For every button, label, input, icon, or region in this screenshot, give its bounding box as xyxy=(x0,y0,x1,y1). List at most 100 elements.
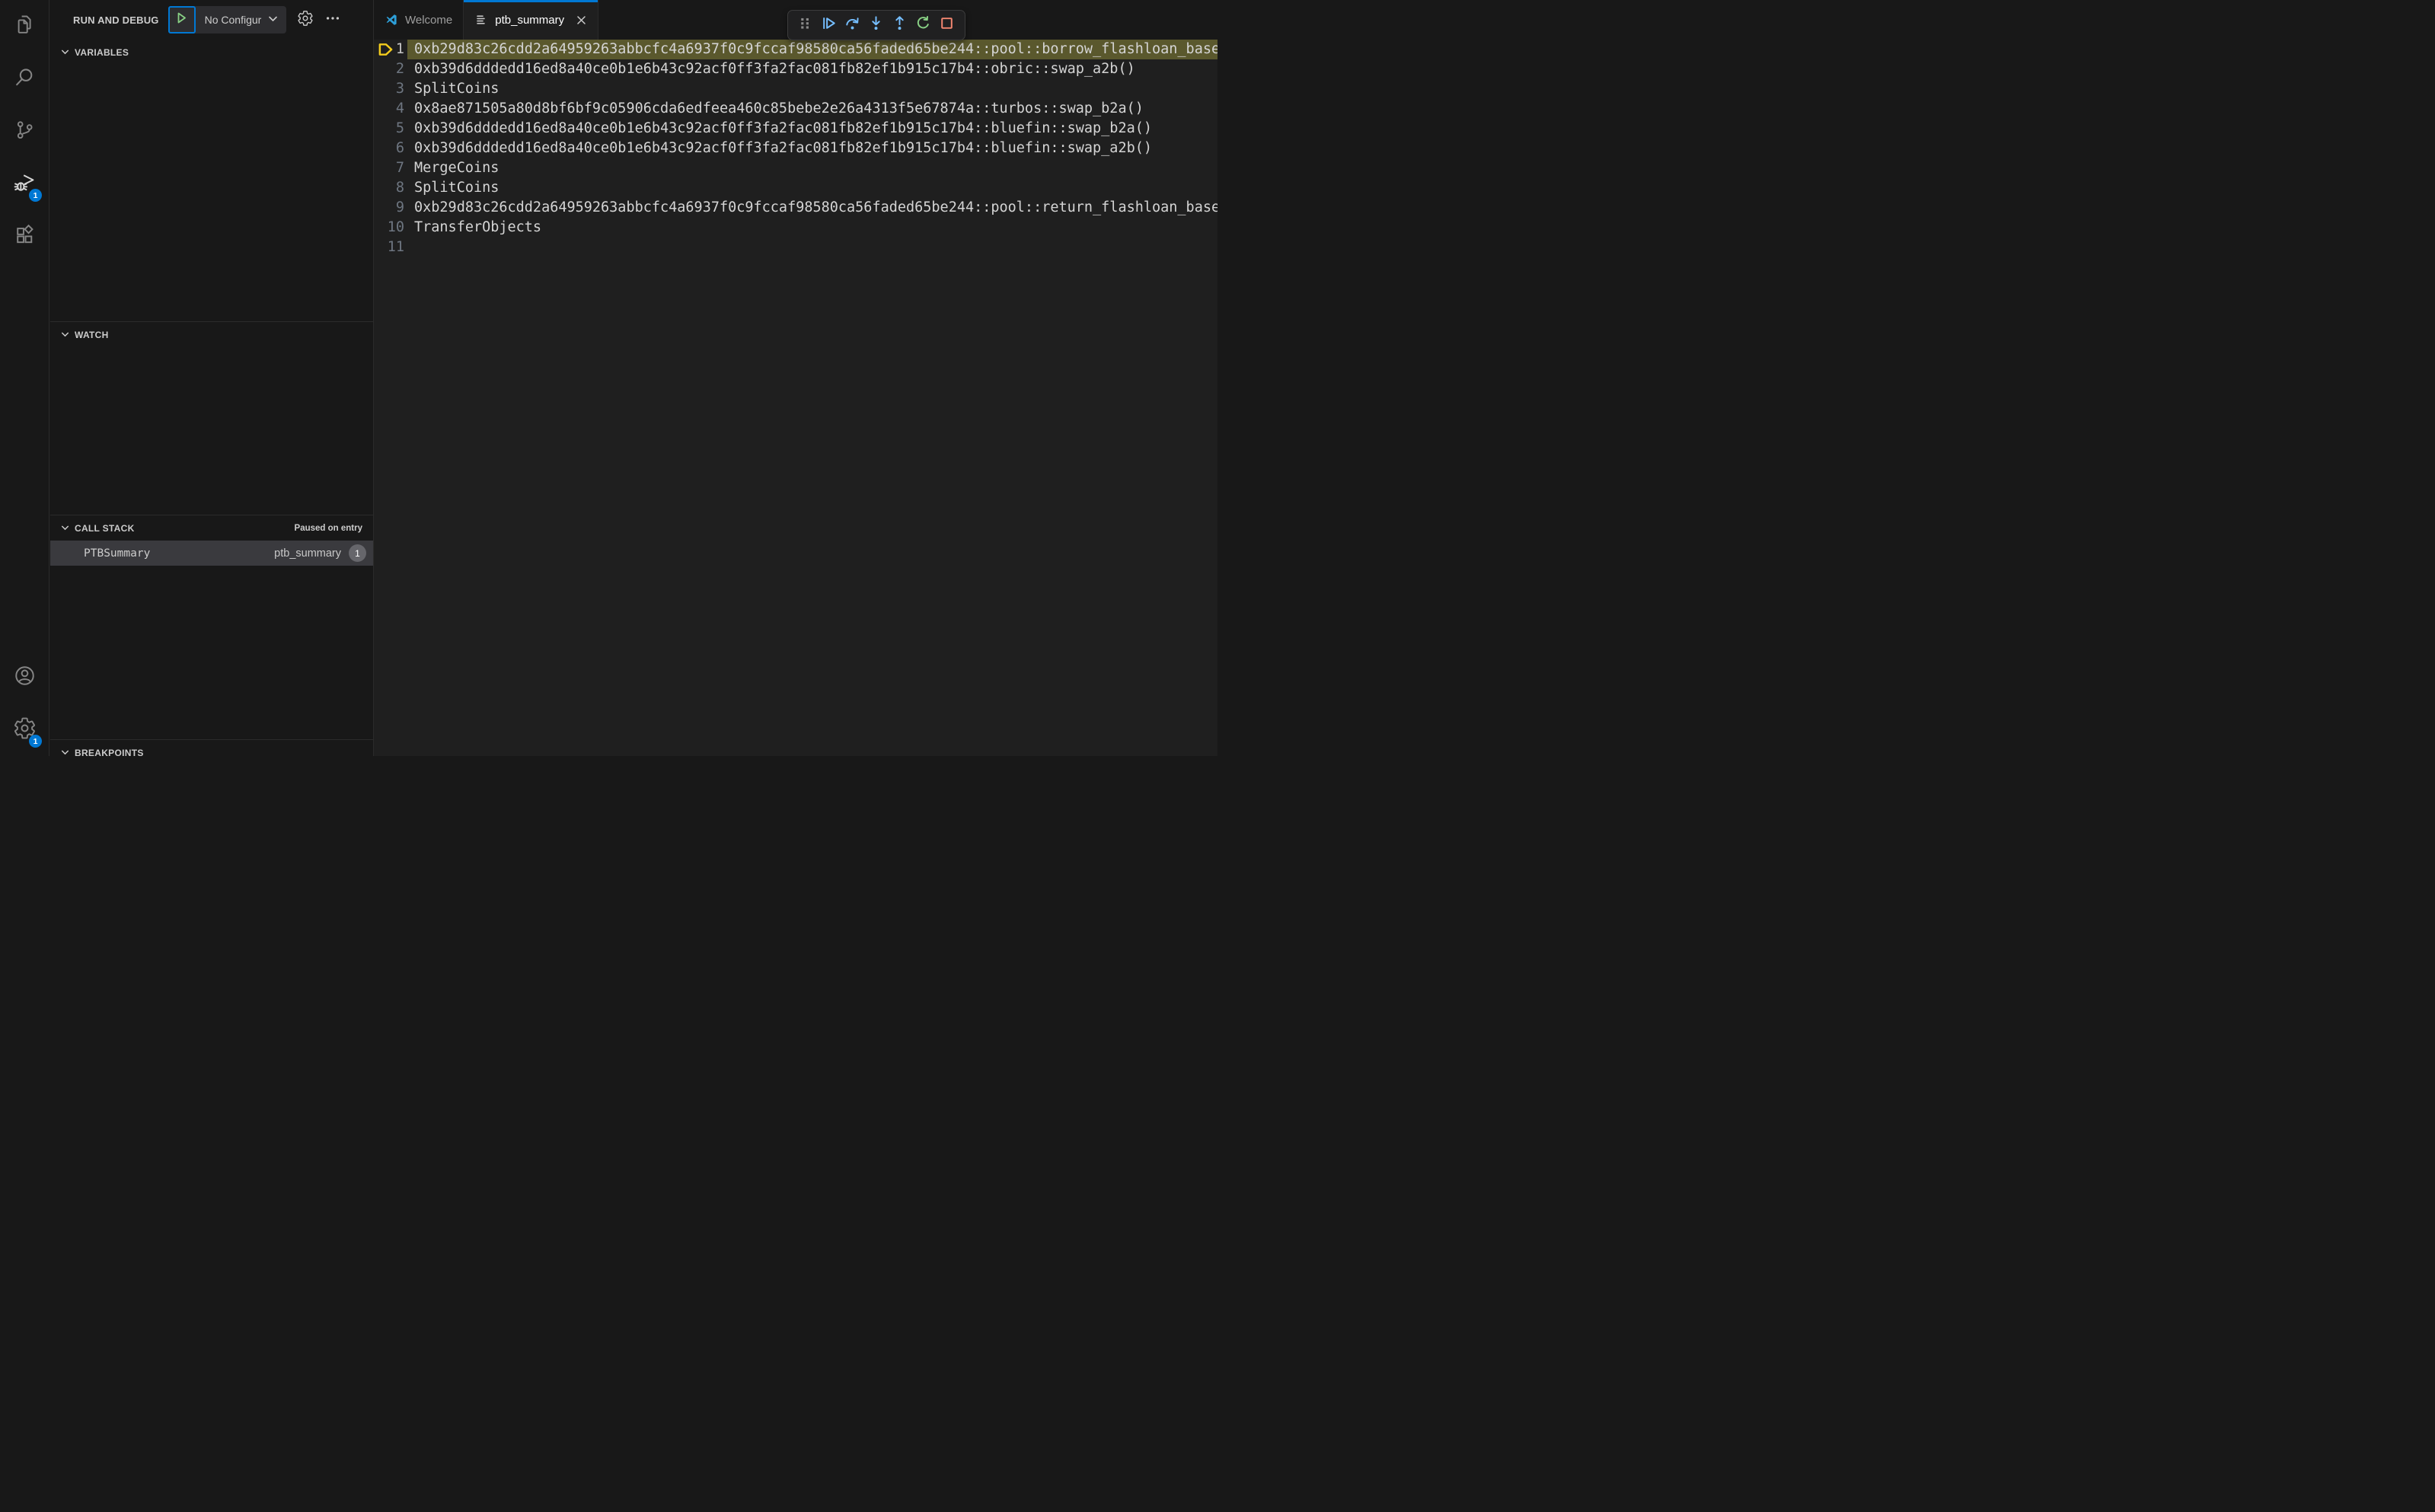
tab-welcome[interactable]: Welcome xyxy=(374,0,464,40)
stack-frame-name: PTBSummary xyxy=(84,547,151,560)
step-out-button[interactable] xyxy=(888,14,911,37)
restart-button[interactable] xyxy=(911,14,935,37)
code-editor[interactable]: 1 0xb29d83c26cdd2a64959263abbcfc4a6937f0… xyxy=(374,40,1218,756)
debug-badge: 1 xyxy=(29,189,42,202)
watch-pane: WATCH xyxy=(50,321,373,515)
watch-pane-title: WATCH xyxy=(75,329,109,340)
continue-icon xyxy=(821,15,837,35)
breakpoints-pane-title: BREAKPOINTS xyxy=(75,747,144,757)
variables-pane: VARIABLES xyxy=(50,40,373,321)
code-line-text: TransferObjects xyxy=(414,219,542,235)
line-number[interactable]: 1 xyxy=(374,40,404,59)
chevron-down-icon xyxy=(61,48,69,56)
sidebar-header: RUN AND DEBUG No Configur xyxy=(50,0,373,40)
stop-button[interactable] xyxy=(935,14,959,37)
line-number[interactable]: 7 xyxy=(374,158,404,178)
code-line[interactable]: 8 SplitCoins xyxy=(374,178,1218,198)
code-line-text: MergeCoins xyxy=(414,160,499,176)
code-line[interactable]: 11 xyxy=(374,238,1218,257)
views-more-actions-button[interactable] xyxy=(324,10,341,30)
call-stack-pane-header[interactable]: CALL STACK Paused on entry xyxy=(50,515,373,541)
code-line[interactable]: 2 0xb39d6dddedd16ed8a40ce0b1e6b43c92acf0f… xyxy=(374,59,1218,79)
line-number[interactable]: 10 xyxy=(374,218,404,238)
step-out-icon xyxy=(892,15,908,35)
code-line-text: 0xb39d6dddedd16ed8a40ce0b1e6b43c92acf0ff… xyxy=(414,140,1153,156)
continue-button[interactable] xyxy=(817,14,841,37)
code-line[interactable]: 3 SplitCoins xyxy=(374,79,1218,99)
step-into-button[interactable] xyxy=(864,14,888,37)
call-stack-pane: CALL STACK Paused on entry PTBSummary pt… xyxy=(50,515,373,739)
line-number[interactable]: 2 xyxy=(374,59,404,79)
activity-item-extensions[interactable] xyxy=(0,210,49,263)
debug-config-control: No Configur xyxy=(168,6,287,33)
code-line-text: 0xb39d6dddedd16ed8a40ce0b1e6b43c92acf0ff… xyxy=(414,120,1153,136)
vscode-window: 1 1 RUN AND DEBUG No Configur VARIABLES … xyxy=(0,0,1218,756)
toolbar-drag-handle[interactable] xyxy=(793,14,817,37)
variables-pane-header[interactable]: VARIABLES xyxy=(50,40,373,65)
code-line[interactable]: 4 0x8ae871505a80d8bf6bf9c05906cda6edfeea4… xyxy=(374,99,1218,119)
stack-frame-row[interactable]: PTBSummary ptb_summary 1 xyxy=(50,541,373,566)
settings-badge: 1 xyxy=(29,735,42,748)
explorer-icon xyxy=(13,13,37,40)
code-line-text: 0xb39d6dddedd16ed8a40ce0b1e6b43c92acf0ff… xyxy=(414,61,1135,77)
code-line-text: 0xb29d83c26cdd2a64959263abbcfc4a6937f0c9… xyxy=(407,40,1218,59)
line-number[interactable]: 8 xyxy=(374,178,404,198)
activity-bar-top: 1 xyxy=(0,0,49,263)
activity-item-settings[interactable]: 1 xyxy=(0,703,49,756)
breakpoints-pane: BREAKPOINTS xyxy=(50,739,373,756)
step-over-button[interactable] xyxy=(841,14,864,37)
activity-item-run-and-debug[interactable]: 1 xyxy=(0,158,49,210)
step-over-icon xyxy=(844,15,860,35)
restart-icon xyxy=(915,15,931,35)
code-line-text: 0xb29d83c26cdd2a64959263abbcfc4a6937f0c9… xyxy=(414,199,1218,215)
chevron-down-icon xyxy=(61,748,69,756)
activity-item-explorer[interactable] xyxy=(0,0,49,53)
variables-pane-title: VARIABLES xyxy=(75,46,129,58)
current-line-pointer-icon xyxy=(378,43,393,56)
chevron-down-icon xyxy=(61,524,69,532)
line-number[interactable]: 11 xyxy=(374,238,404,257)
close-icon[interactable] xyxy=(576,14,587,26)
step-into-icon xyxy=(868,15,884,35)
ellipsis-icon xyxy=(324,10,341,30)
chevron-down-icon xyxy=(268,14,278,26)
play-icon xyxy=(175,11,188,28)
call-stack-status: Paused on entry xyxy=(294,523,362,533)
code-line[interactable]: 1 0xb29d83c26cdd2a64959263abbcfc4a6937f0… xyxy=(374,40,1218,59)
code-line[interactable]: 10 TransferObjects xyxy=(374,218,1218,238)
extensions-icon xyxy=(13,223,37,250)
activity-bar-bottom: 1 xyxy=(0,651,49,756)
run-and-debug-sidebar: RUN AND DEBUG No Configur VARIABLES WATC… xyxy=(50,0,373,756)
line-number[interactable]: 6 xyxy=(374,139,404,158)
code-line[interactable]: 9 0xb29d83c26cdd2a64959263abbcfc4a6937f0c… xyxy=(374,198,1218,218)
stop-icon xyxy=(939,15,955,35)
config-dropdown-label: No Configur xyxy=(204,14,262,26)
text-file-icon xyxy=(474,13,488,27)
breakpoints-pane-header[interactable]: BREAKPOINTS xyxy=(50,740,373,756)
editor-group: Welcome ptb_summary 1 0xb29d83c26cdd2a64… xyxy=(373,0,1218,756)
code-line[interactable]: 7 MergeCoins xyxy=(374,158,1218,178)
stack-frame-line-badge: 1 xyxy=(349,544,366,562)
code-line-text: SplitCoins xyxy=(414,180,499,196)
start-debugging-button[interactable] xyxy=(168,6,196,33)
activity-item-source-control[interactable] xyxy=(0,105,49,158)
tab-ptb-summary[interactable]: ptb_summary xyxy=(464,0,599,40)
sidebar-title: RUN AND DEBUG xyxy=(73,14,159,26)
config-dropdown[interactable]: No Configur xyxy=(196,6,287,33)
watch-pane-header[interactable]: WATCH xyxy=(50,322,373,347)
debug-settings-gear-button[interactable] xyxy=(297,10,314,30)
code-line[interactable]: 5 0xb39d6dddedd16ed8a40ce0b1e6b43c92acf0f… xyxy=(374,119,1218,139)
line-number[interactable]: 3 xyxy=(374,79,404,99)
line-number[interactable]: 5 xyxy=(374,119,404,139)
line-number[interactable]: 9 xyxy=(374,198,404,218)
activity-item-account[interactable] xyxy=(0,651,49,703)
line-number[interactable]: 4 xyxy=(374,99,404,119)
vscode-logo-icon xyxy=(385,13,398,27)
code-line[interactable]: 6 0xb39d6dddedd16ed8a40ce0b1e6b43c92acf0f… xyxy=(374,139,1218,158)
code-lines: 1 0xb29d83c26cdd2a64959263abbcfc4a6937f0… xyxy=(374,40,1218,257)
activity-item-search[interactable] xyxy=(0,53,49,105)
activity-bar: 1 1 xyxy=(0,0,49,756)
tab-label: ptb_summary xyxy=(495,13,565,27)
stack-frame-source: ptb_summary xyxy=(274,547,341,560)
code-line-text: 0x8ae871505a80d8bf6bf9c05906cda6edfeea46… xyxy=(414,100,1144,116)
